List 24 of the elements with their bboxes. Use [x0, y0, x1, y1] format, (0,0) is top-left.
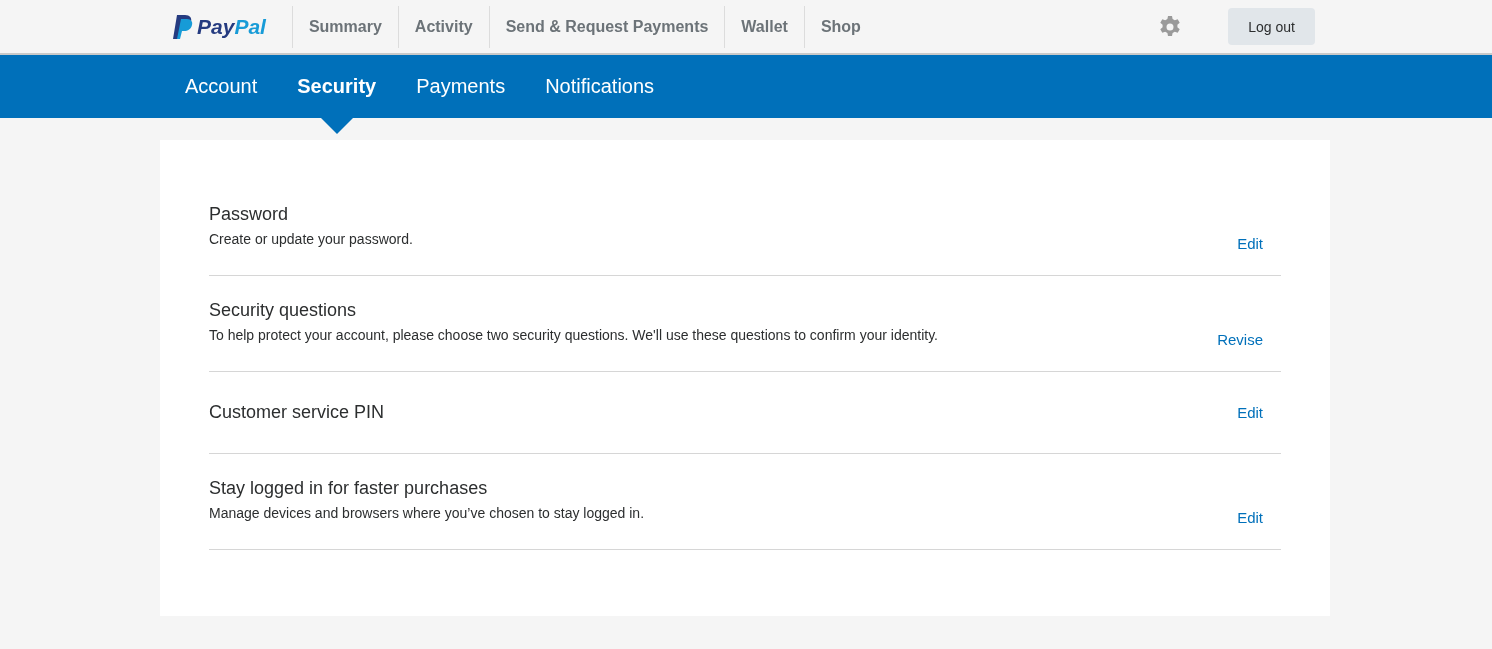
nav-link[interactable]: Shop [803, 5, 877, 48]
setting-title: Password [209, 203, 290, 225]
setting-action-link[interactable]: Edit [1237, 404, 1263, 421]
nav-link[interactable]: Activity [397, 5, 489, 48]
logo-icon [173, 14, 193, 39]
settings-tab[interactable]: Payments [396, 55, 526, 118]
nav-link[interactable]: Wallet [724, 5, 804, 48]
setting-action-link[interactable]: Edit [1237, 509, 1263, 526]
setting-action-link[interactable]: Revise [1217, 331, 1263, 348]
setting-description: Create or update your password. [209, 230, 414, 247]
settings-icon[interactable] [1158, 14, 1182, 39]
setting-title: Customer service PIN [209, 402, 386, 423]
logo-text: PayPal [197, 14, 266, 39]
setting-title: Security questions [209, 299, 358, 321]
settings-tab[interactable]: Notifications [525, 55, 675, 118]
setting-action-link[interactable]: Edit [1237, 235, 1263, 252]
setting-description: To help protect your account, please choose two security questions. We'll use these questions to confirm your identity. [209, 326, 939, 343]
nav-link[interactable]: Summary [291, 5, 398, 48]
setting-title: Stay logged in for faster purchases [209, 477, 489, 499]
nav-link[interactable]: Send & Request Payments [488, 5, 725, 48]
settings-tab[interactable]: Account [165, 55, 278, 118]
paypal-logo[interactable]: PayPal [173, 14, 266, 39]
logout-button[interactable]: Log out [1228, 8, 1315, 45]
setting-description: Manage devices and browsers where you’ve chosen to stay logged in. [209, 504, 646, 521]
